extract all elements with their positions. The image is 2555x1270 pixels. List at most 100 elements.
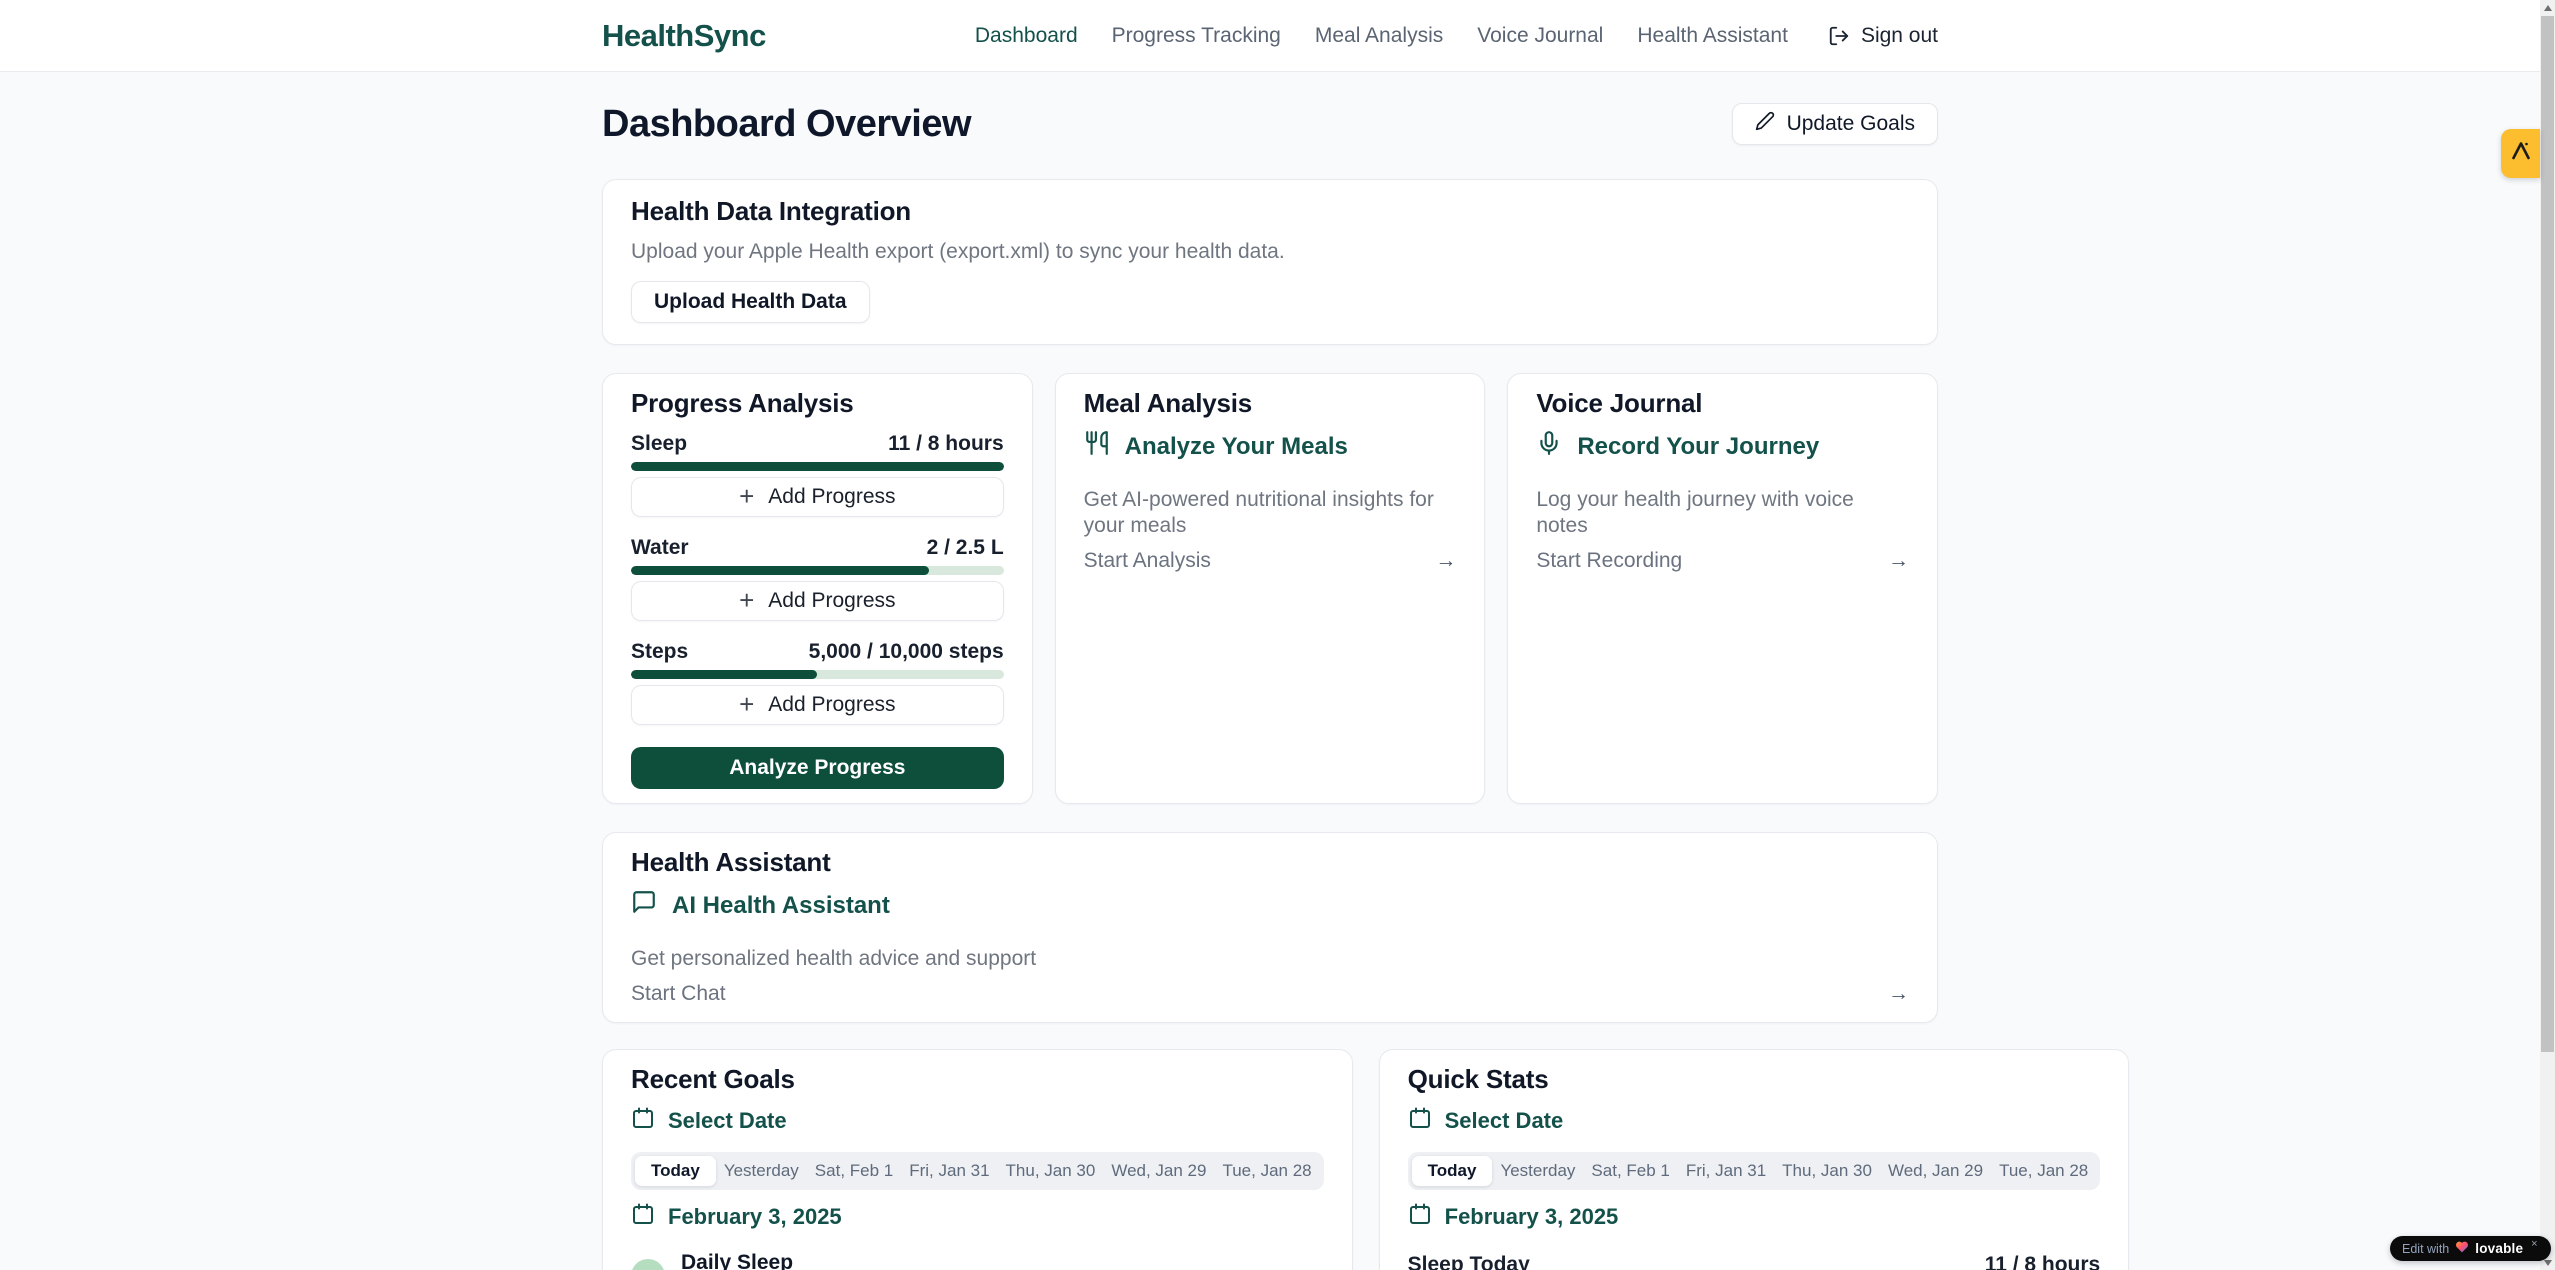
metric-label: Sleep — [631, 431, 687, 457]
date-tab[interactable]: Fri, Jan 31 — [901, 1156, 997, 1186]
date-tab-yesterday[interactable]: Yesterday — [1492, 1156, 1583, 1186]
record-your-journey-link[interactable]: Record Your Journey — [1536, 430, 1909, 463]
date-tab-today[interactable]: Today — [1412, 1156, 1493, 1186]
calendar-icon — [1408, 1202, 1432, 1232]
progress-bar-water — [631, 566, 1004, 575]
start-recording-action[interactable]: Start Recording → — [1536, 549, 1909, 573]
health-assistant-card: Health Assistant AI Health Assistant Get… — [602, 832, 1938, 1023]
badge-prefix: Edit with — [2402, 1242, 2449, 1256]
calendar-icon — [631, 1202, 655, 1232]
recent-goals-current-date: February 3, 2025 — [631, 1202, 1324, 1232]
metric-steps: Steps 5,000 / 10,000 steps +Add Progress — [631, 639, 1004, 725]
voice-journal-card: Voice Journal Record Your Journey Log yo… — [1507, 373, 1938, 804]
progress-analysis-card: Progress Analysis Sleep 11 / 8 hours +Ad… — [602, 373, 1033, 804]
date-tab[interactable]: Thu, Jan 30 — [998, 1156, 1104, 1186]
integration-title: Health Data Integration — [631, 196, 1909, 226]
voice-description: Log your health journey with voice notes — [1536, 487, 1909, 539]
date-tab-today[interactable]: Today — [635, 1156, 716, 1186]
assistant-title: Health Assistant — [631, 847, 1909, 877]
progress-bar-steps — [631, 670, 1004, 679]
plus-icon: + — [739, 691, 754, 717]
main-nav: Dashboard Progress Tracking Meal Analysi… — [975, 24, 1938, 48]
log-out-icon — [1828, 25, 1850, 47]
metric-value: 11 / 8 hours — [888, 431, 1004, 457]
meal-title: Meal Analysis — [1084, 388, 1457, 418]
date-tab[interactable]: Fri, Jan 31 — [1678, 1156, 1774, 1186]
start-analysis-action[interactable]: Start Analysis → — [1084, 549, 1457, 573]
analyze-your-meals-link[interactable]: Analyze Your Meals — [1084, 430, 1457, 463]
stat-label: Sleep Today — [1408, 1252, 1530, 1270]
add-progress-steps-button[interactable]: +Add Progress — [631, 685, 1004, 725]
nav-voice-journal[interactable]: Voice Journal — [1477, 24, 1603, 48]
analyze-progress-button[interactable]: Analyze Progress — [631, 747, 1004, 789]
recent-goals-date-tabs: Today Yesterday Sat, Feb 1 Fri, Jan 31 T… — [631, 1152, 1324, 1190]
metric-label: Water — [631, 535, 689, 561]
nav-dashboard[interactable]: Dashboard — [975, 24, 1078, 48]
sign-out-label: Sign out — [1861, 24, 1938, 48]
metric-value: 2 / 2.5 L — [927, 535, 1004, 561]
upload-health-data-button[interactable]: Upload Health Data — [631, 281, 870, 323]
add-progress-water-button[interactable]: +Add Progress — [631, 581, 1004, 621]
metric-water: Water 2 / 2.5 L +Add Progress — [631, 535, 1004, 621]
scrollbar — [2540, 0, 2555, 1270]
integration-description: Upload your Apple Health export (export.… — [631, 239, 1909, 265]
quick-stats-select-date[interactable]: Select Date — [1408, 1106, 2101, 1136]
arrow-right-icon: → — [1435, 549, 1456, 573]
lovable-editor-tab[interactable] — [2501, 129, 2540, 178]
date-tab[interactable]: Tue, Jan 28 — [1991, 1156, 2096, 1186]
start-chat-action[interactable]: Start Chat → — [631, 982, 1909, 1006]
recent-goals-card: Recent Goals Select Date Today Yesterday… — [602, 1049, 1353, 1270]
stat-value: 11 / 8 hours — [1985, 1252, 2101, 1270]
app-logo[interactable]: HealthSync — [602, 18, 766, 54]
add-progress-sleep-button[interactable]: +Add Progress — [631, 477, 1004, 517]
date-tab[interactable]: Thu, Jan 30 — [1774, 1156, 1880, 1186]
calendar-icon — [631, 1106, 655, 1136]
edit-with-lovable-badge[interactable]: Edit with lovable × — [2390, 1236, 2551, 1261]
sleep-today-row: Sleep Today 11 / 8 hours — [1408, 1252, 2101, 1270]
calendar-icon — [1408, 1106, 1432, 1136]
date-tab[interactable]: Sat, Feb 1 — [1583, 1156, 1677, 1186]
nav-health-assistant[interactable]: Health Assistant — [1637, 24, 1788, 48]
quick-stats-card: Quick Stats Select Date Today Yesterday … — [1379, 1049, 2130, 1270]
quick-stats-date-tabs: Today Yesterday Sat, Feb 1 Fri, Jan 31 T… — [1408, 1152, 2101, 1190]
plus-icon: + — [739, 483, 754, 509]
scrollbar-up-arrow[interactable] — [2540, 0, 2555, 15]
arrow-right-icon: → — [1888, 982, 1909, 1006]
health-data-integration-card: Health Data Integration Upload your Appl… — [602, 179, 1938, 345]
ai-health-assistant-link[interactable]: AI Health Assistant — [631, 889, 1909, 922]
meal-description: Get AI-powered nutritional insights for … — [1084, 487, 1457, 539]
scrollbar-thumb[interactable] — [2541, 16, 2554, 1052]
utensils-icon — [1084, 430, 1110, 463]
heart-icon — [2455, 1240, 2469, 1258]
voice-title: Voice Journal — [1536, 388, 1909, 418]
microphone-icon — [1536, 430, 1562, 463]
page-title: Dashboard Overview — [602, 100, 971, 148]
page: HealthSync Dashboard Progress Tracking M… — [0, 0, 2540, 1270]
arrow-right-icon: → — [1888, 549, 1909, 573]
recent-goals-title: Recent Goals — [631, 1064, 1324, 1094]
badge-brand: lovable — [2475, 1241, 2523, 1256]
nav-meal-analysis[interactable]: Meal Analysis — [1315, 24, 1443, 48]
metric-label: Steps — [631, 639, 688, 665]
update-goals-button[interactable]: Update Goals — [1732, 103, 1938, 145]
goal-name: Daily Sleep — [681, 1250, 793, 1270]
badge-close-icon[interactable]: × — [2531, 1238, 2537, 1250]
check-circle-icon — [631, 1259, 665, 1270]
date-tab[interactable]: Tue, Jan 28 — [1214, 1156, 1319, 1186]
meal-analysis-card: Meal Analysis Analyze Your Meals Get AI-… — [1055, 373, 1486, 804]
pencil-icon — [1755, 111, 1775, 137]
nav-progress-tracking[interactable]: Progress Tracking — [1112, 24, 1281, 48]
metric-value: 5,000 / 10,000 steps — [809, 639, 1004, 665]
recent-goals-select-date[interactable]: Select Date — [631, 1106, 1324, 1136]
plus-icon: + — [739, 587, 754, 613]
lovable-logo-icon — [2509, 139, 2533, 168]
date-tab[interactable]: Wed, Jan 29 — [1103, 1156, 1214, 1186]
top-nav: HealthSync Dashboard Progress Tracking M… — [0, 0, 2540, 72]
date-tab-yesterday[interactable]: Yesterday — [716, 1156, 807, 1186]
date-tab[interactable]: Wed, Jan 29 — [1880, 1156, 1991, 1186]
assistant-description: Get personalized health advice and suppo… — [631, 946, 1909, 972]
metric-sleep: Sleep 11 / 8 hours +Add Progress — [631, 431, 1004, 517]
sign-out-button[interactable]: Sign out — [1828, 24, 1938, 48]
progress-title: Progress Analysis — [631, 388, 1004, 418]
date-tab[interactable]: Sat, Feb 1 — [807, 1156, 901, 1186]
